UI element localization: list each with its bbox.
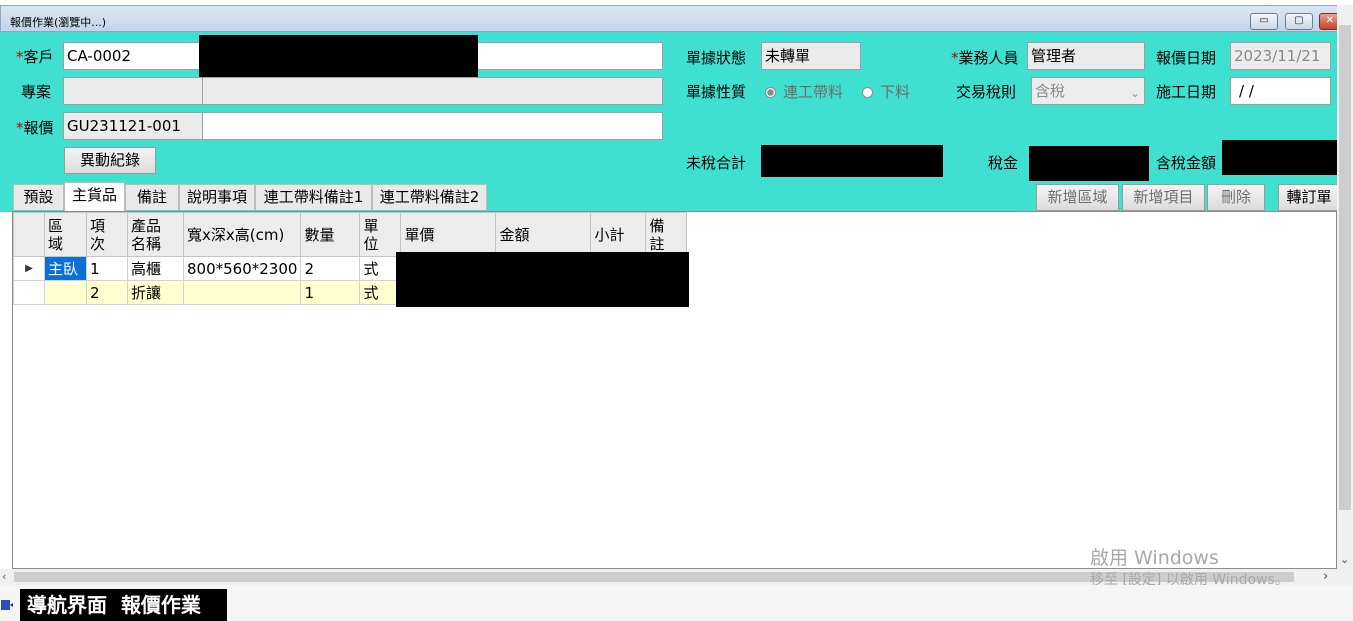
minimize-button[interactable]: ▭ bbox=[1250, 13, 1278, 30]
col-dimensions[interactable]: 寬x深x高(cm) bbox=[182, 212, 302, 257]
quote-desc-field[interactable] bbox=[202, 112, 663, 140]
convert-order-button[interactable]: 轉訂單 bbox=[1278, 184, 1340, 211]
cell-dimensions[interactable]: 800*560*2300 bbox=[182, 256, 302, 281]
quote-no-field: GU231121-001 bbox=[63, 112, 203, 140]
redacted-customer-name bbox=[199, 35, 478, 77]
scroll-down-icon[interactable]: ⌄ bbox=[1340, 553, 1349, 566]
project-name-field bbox=[202, 77, 663, 105]
redacted-pretax-total bbox=[761, 145, 943, 177]
redacted-prices bbox=[396, 252, 689, 307]
row-indicator-icon: ▶ bbox=[13, 256, 45, 281]
radio-dot-icon bbox=[862, 87, 873, 98]
work-date-label: 施工日期 bbox=[1156, 83, 1217, 101]
activation-watermark-title: 啟用 Windows bbox=[1090, 547, 1219, 569]
cell-dimensions[interactable] bbox=[182, 280, 302, 305]
tax-rule-label: 交易稅則 bbox=[956, 83, 1017, 101]
doc-status-field: 未轉單 bbox=[761, 42, 861, 70]
tab-default[interactable]: 預設 bbox=[13, 184, 64, 210]
radio-cut-material[interactable]: 下料 bbox=[862, 81, 910, 102]
cell-area[interactable]: 主臥 bbox=[44, 256, 87, 281]
chevron-down-icon: ⌄ bbox=[1129, 86, 1140, 100]
work-date-field[interactable]: / / bbox=[1230, 77, 1331, 105]
app-window: 報價作業(瀏覽中...) ▭ ▢ ✕ *客戶 CA-0002 單據狀態 未轉單 … bbox=[0, 0, 1353, 621]
maximize-button[interactable]: ▢ bbox=[1285, 13, 1313, 30]
tax-label: 稅金 bbox=[988, 154, 1019, 172]
sales-person-field[interactable]: 管理者 bbox=[1027, 42, 1145, 70]
project-code-field[interactable] bbox=[63, 77, 203, 105]
cell-product-name[interactable]: 高櫃 bbox=[127, 256, 184, 281]
col-product-name[interactable]: 產品 名稱 bbox=[127, 212, 184, 257]
cell-product-name[interactable]: 折讓 bbox=[127, 280, 184, 305]
vertical-scroll-thumb[interactable] bbox=[1339, 25, 1351, 510]
history-button[interactable]: 異動紀錄 bbox=[64, 147, 156, 174]
cell-item-no[interactable]: 1 bbox=[86, 256, 128, 281]
quote-label: *報價 bbox=[16, 119, 54, 137]
scroll-left-icon[interactable]: ‹ bbox=[2, 570, 6, 583]
col-area[interactable]: 區域 bbox=[44, 212, 87, 257]
redacted-tax bbox=[1029, 146, 1149, 181]
row-header-corner bbox=[13, 212, 45, 257]
col-item-no[interactable]: 項次 bbox=[86, 212, 128, 257]
add-item-button[interactable]: 新增項目 bbox=[1122, 184, 1205, 211]
cell-unit[interactable]: 式 bbox=[359, 256, 402, 281]
redacted-total bbox=[1222, 140, 1337, 175]
cell-item-no[interactable]: 2 bbox=[86, 280, 128, 305]
grid-header-row: 區域 項次 產品 名稱 寬x深x高(cm) 數量 單位 單價 金額 小計 備註 bbox=[13, 212, 688, 257]
delete-button[interactable]: 刪除 bbox=[1207, 184, 1265, 211]
add-area-button[interactable]: 新增區域 bbox=[1036, 184, 1119, 211]
sales-label: *業務人員 bbox=[951, 49, 1019, 67]
col-unit[interactable]: 單位 bbox=[359, 212, 402, 257]
tab-labor-note-2[interactable]: 連工帶料備註2 bbox=[372, 184, 487, 210]
scroll-right-icon[interactable]: › bbox=[1323, 569, 1328, 584]
quote-date-field: 2023/11/21 bbox=[1230, 42, 1331, 70]
doc-status-label: 單據狀態 bbox=[686, 49, 747, 67]
nav-breadcrumb[interactable]: 導航界面 報價作業 bbox=[20, 589, 227, 621]
col-remark[interactable]: 備註 bbox=[645, 212, 688, 257]
radio-dot-icon bbox=[765, 87, 776, 98]
window-title: 報價作業(瀏覽中...) bbox=[10, 16, 107, 29]
customer-label: *客戶 bbox=[16, 48, 54, 66]
cell-quantity[interactable]: 1 bbox=[300, 280, 361, 305]
tab-notes[interactable]: 備註 bbox=[125, 184, 179, 210]
tab-main-goods[interactable]: 主貨品 bbox=[64, 182, 125, 212]
doc-type-label: 單據性質 bbox=[686, 83, 747, 101]
nav-label: 導航界面 bbox=[27, 593, 107, 617]
project-label: 專案 bbox=[21, 83, 52, 101]
pretax-total-label: 未稅合計 bbox=[686, 154, 747, 172]
cell-quantity[interactable]: 2 bbox=[300, 256, 361, 281]
row-header bbox=[13, 280, 45, 305]
cell-area[interactable] bbox=[44, 280, 87, 305]
app-icon[interactable] bbox=[0, 598, 14, 612]
nav-current: 報價作業 bbox=[120, 593, 201, 617]
cell-unit[interactable]: 式 bbox=[359, 280, 402, 305]
tab-instructions[interactable]: 說明事項 bbox=[179, 184, 255, 210]
total-label: 含稅金額 bbox=[1156, 154, 1217, 172]
radio-labor-material[interactable]: 連工帶料 bbox=[765, 81, 843, 102]
col-quantity[interactable]: 數量 bbox=[300, 212, 361, 257]
title-bar: 報價作業(瀏覽中...) ▭ ▢ ✕ bbox=[0, 5, 1341, 32]
col-unit-price[interactable]: 單價 bbox=[400, 212, 497, 257]
col-subtotal[interactable]: 小計 bbox=[590, 212, 647, 257]
col-amount[interactable]: 金額 bbox=[495, 212, 592, 257]
quote-date-label: 報價日期 bbox=[1156, 49, 1217, 67]
vertical-scrollbar[interactable]: ⌄ bbox=[1337, 5, 1353, 569]
tab-labor-note-1[interactable]: 連工帶料備註1 bbox=[255, 184, 372, 210]
tax-rule-select[interactable]: 含稅 ⌄ bbox=[1031, 77, 1145, 105]
